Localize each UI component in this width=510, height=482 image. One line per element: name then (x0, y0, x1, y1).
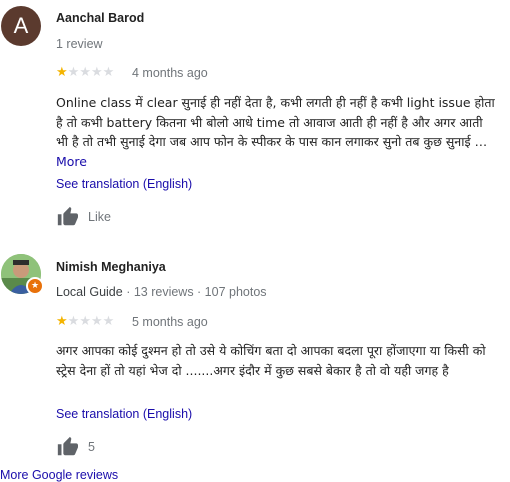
reviewer-meta[interactable]: Local Guide · 13 reviews · 107 photos (56, 285, 267, 299)
like-button[interactable]: 5 (56, 436, 95, 458)
review-text-content: Online class में clear सुनाई ही नहीं देत… (56, 95, 495, 149)
local-guide-badge-icon: ★ (26, 277, 44, 295)
star-rating: ★★★★★ (56, 66, 114, 80)
review-date: 5 months ago (132, 315, 208, 329)
star-icon: ★ (79, 314, 91, 329)
reviewer-name[interactable]: Nimish Meghaniya (56, 260, 166, 274)
see-translation-link[interactable]: See translation (English) (56, 177, 192, 191)
local-guide-label: Local Guide (56, 285, 123, 299)
reviewer-stats: · 13 reviews · 107 photos (122, 285, 267, 299)
star-icon: ★ (102, 314, 115, 329)
star-icon: ★ (67, 314, 80, 329)
star-icon: ★ (56, 65, 68, 80)
reviewer-name[interactable]: Aanchal Barod (56, 11, 144, 25)
star-icon: ★ (102, 65, 115, 80)
thumbs-up-icon (57, 206, 78, 226)
reviewer-meta[interactable]: 1 review (56, 37, 103, 51)
star-icon: ★ (79, 65, 91, 80)
review-text: Online class में clear सुनाई ही नहीं देत… (56, 93, 496, 171)
more-link[interactable]: More (56, 154, 87, 169)
thumbs-up-icon (57, 436, 78, 456)
more-google-reviews-link[interactable]: More Google reviews (0, 468, 118, 482)
avatar[interactable]: A (1, 6, 41, 46)
like-count: 5 (88, 440, 95, 454)
star-icon: ★ (90, 314, 103, 329)
like-button[interactable]: Like (56, 206, 111, 228)
star-icon: ★ (90, 65, 103, 80)
review-text: अगर आपका कोई दुश्मन हो तो उसे ये कोचिंग … (56, 343, 486, 378)
review-date: 4 months ago (132, 66, 208, 80)
like-label: Like (88, 210, 111, 224)
see-translation-link[interactable]: See translation (English) (56, 407, 192, 421)
star-icon: ★ (56, 314, 68, 329)
star-rating: ★★★★★ (56, 315, 114, 329)
star-icon: ★ (67, 65, 80, 80)
